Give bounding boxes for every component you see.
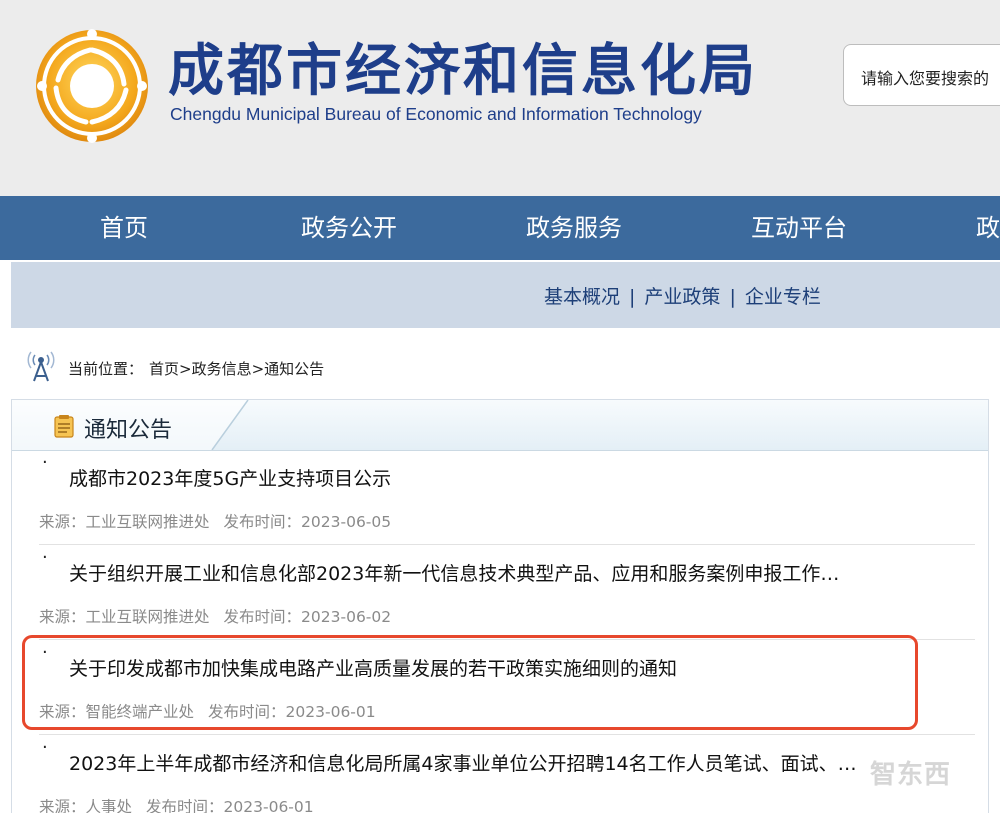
divider: [39, 544, 975, 545]
bullet: ·: [42, 547, 48, 568]
date-label: 发布时间：: [223, 513, 302, 531]
source-label: 来源：: [39, 703, 86, 721]
antenna-location-icon: [27, 351, 55, 382]
notice-title[interactable]: 2023年上半年成都市经济和信息化局所属4家事业单位公开招聘14名工作人员笔试、…: [69, 749, 909, 776]
date-label: 发布时间：: [223, 608, 302, 626]
divider: [39, 639, 975, 640]
sub-nav: 基本概况 | 产业政策 | 企业专栏: [11, 262, 1000, 328]
source-value: 工业互联网推进处: [85, 513, 210, 531]
sun-logo-icon[interactable]: [30, 26, 154, 146]
notice-meta: 来源：智能终端产业处 发布时间：2023-06-01: [39, 700, 376, 722]
notice-meta: 来源：人事处 发布时间：2023-06-01: [39, 795, 314, 813]
source-label: 来源：: [39, 798, 86, 813]
notepad-icon: [54, 415, 74, 438]
notice-meta: 来源：工业互联网推进处 发布时间：2023-06-05: [39, 510, 391, 532]
notice-title[interactable]: 关于组织开展工业和信息化部2023年新一代信息技术典型产品、应用和服务案例申报工…: [69, 559, 909, 586]
subnav-separator: |: [729, 286, 736, 308]
nav-item-government-services[interactable]: 政务服务: [526, 196, 622, 260]
panel-title: 通知公告: [84, 418, 173, 443]
date-label: 发布时间：: [208, 703, 286, 721]
divider: [39, 734, 975, 735]
subnav-separator: |: [629, 286, 636, 308]
page: 成都市经济和信息化局 Chengdu Municipal Bureau of E…: [0, 0, 1000, 813]
notice-title[interactable]: 关于印发成都市加快集成电路产业高质量发展的若干政策实施细则的通知: [69, 654, 909, 681]
notice-item: · 关于组织开展工业和信息化部2023年新一代信息技术典型产品、应用和服务案例申…: [12, 547, 988, 642]
site-title-cn: 成都市经济和信息化局: [168, 39, 758, 104]
date-value: 2023-06-05: [301, 513, 392, 531]
notice-meta: 来源：工业互联网推进处 发布时间：2023-06-02: [39, 605, 391, 627]
site-title-en: Chengdu Municipal Bureau of Economic and…: [170, 104, 702, 124]
subnav-basic-overview[interactable]: 基本概况: [544, 286, 620, 308]
date-value: 2023-06-02: [301, 608, 392, 626]
date-label: 发布时间：: [146, 798, 224, 813]
source-value: 人事处: [85, 798, 133, 813]
panel-header: 通知公告: [12, 400, 988, 451]
notice-title[interactable]: 成都市2023年度5G产业支持项目公示: [69, 464, 909, 491]
source-label: 来源：: [39, 513, 86, 531]
nav-item-home[interactable]: 首页: [100, 196, 148, 260]
subnav-enterprise-column[interactable]: 企业专栏: [745, 286, 821, 308]
search-placeholder: 请输入您要搜索的: [861, 69, 990, 88]
bullet: ·: [42, 737, 48, 758]
nav-item-truncated[interactable]: 政: [976, 196, 1000, 260]
notice-panel: 通知公告 · 成都市2023年度5G产业支持项目公示 来源：工业互联网推进处 发布…: [11, 399, 989, 813]
breadcrumb-prefix: 当前位置：: [68, 360, 144, 378]
main-nav: 首页 政务公开 政务服务 互动平台 政: [0, 196, 1000, 260]
site-header: 成都市经济和信息化局 Chengdu Municipal Bureau of E…: [0, 0, 1000, 196]
notice-item: · 2023年上半年成都市经济和信息化局所属4家事业单位公开招聘14名工作人员笔…: [12, 737, 988, 813]
date-value: 2023-06-01: [285, 703, 376, 721]
date-value: 2023-06-01: [223, 798, 314, 813]
bullet: ·: [42, 642, 48, 663]
nav-item-interactive-platform[interactable]: 互动平台: [751, 196, 847, 260]
notice-item: · 关于印发成都市加快集成电路产业高质量发展的若干政策实施细则的通知 来源：智能…: [12, 642, 988, 737]
nav-item-government-affairs-disclosure[interactable]: 政务公开: [301, 196, 397, 260]
search-input[interactable]: 请输入您要搜索的: [843, 44, 1000, 106]
source-value: 工业互联网推进处: [85, 608, 210, 626]
subnav-industry-policy[interactable]: 产业政策: [644, 286, 720, 308]
source-value: 智能终端产业处: [85, 703, 195, 721]
breadcrumb-path[interactable]: 首页>政务信息>通知公告: [149, 360, 324, 378]
notice-item: · 成都市2023年度5G产业支持项目公示 来源：工业互联网推进处 发布时间：20…: [12, 452, 988, 547]
bullet: ·: [42, 452, 48, 473]
source-label: 来源：: [39, 608, 86, 626]
watermark-logo: 智东西: [870, 760, 952, 790]
